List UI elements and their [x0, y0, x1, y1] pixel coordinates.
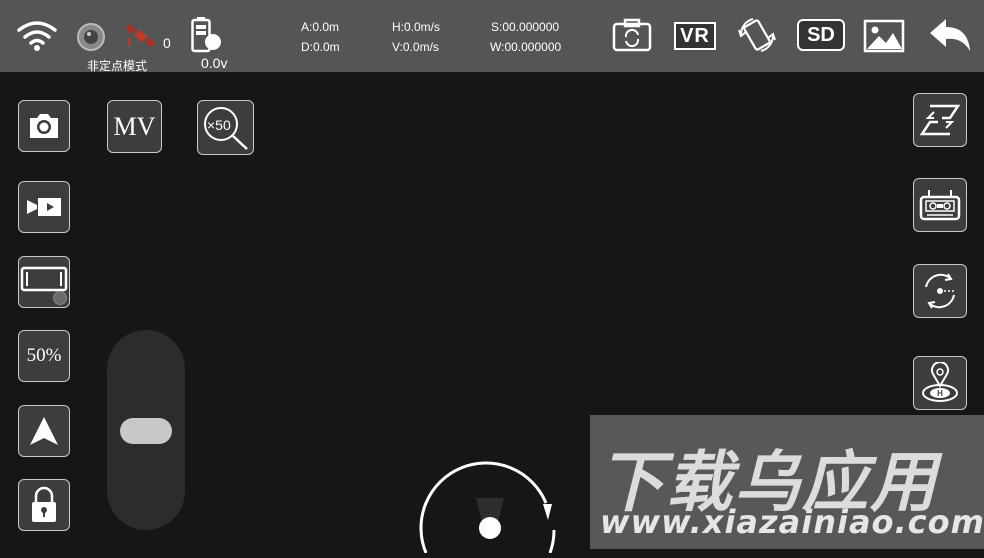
video-camera-icon — [27, 198, 61, 216]
orbit-icon — [925, 273, 955, 309]
mode-label: 非定点模式 — [87, 59, 148, 73]
rotate-screen-button[interactable] — [735, 14, 779, 61]
mv-label: MV — [113, 111, 156, 141]
sd-card-button[interactable]: SD — [797, 19, 845, 51]
orbit-mode-button[interactable] — [913, 264, 967, 318]
lock-icon — [32, 486, 56, 522]
vertical-speed-readout: V:0.0m/s — [392, 40, 439, 54]
gps-icon — [76, 22, 106, 57]
zoom-button[interactable]: ×50 — [197, 100, 254, 155]
throttle-slider-thumb[interactable] — [120, 418, 172, 444]
switch-camera-icon — [612, 18, 652, 52]
image-icon — [863, 19, 905, 53]
zoom-label: ×50 — [207, 117, 231, 133]
battery-icon — [191, 17, 223, 58]
vr-label: VR — [680, 24, 710, 47]
wifi-icon — [16, 20, 58, 57]
s-coordinate-readout: S:00.000000 — [491, 20, 560, 34]
take-photo-button[interactable] — [18, 100, 70, 152]
navigation-arrow-icon — [30, 417, 58, 445]
satellite-count: 0 — [163, 35, 171, 51]
fullscreen-preview-button[interactable] — [18, 256, 70, 308]
remote-controller-button[interactable] — [913, 178, 967, 232]
direction-button[interactable] — [18, 405, 70, 457]
watermark-url: www.xiazainiao.com — [600, 503, 984, 541]
w-coordinate-readout: W:00.000000 — [490, 40, 562, 54]
altitude-readout: A:0.0m — [301, 20, 340, 34]
music-video-button[interactable]: MV — [107, 100, 162, 153]
home-point-icon: H — [922, 362, 958, 402]
gallery-button[interactable] — [863, 19, 905, 58]
satellite-icon — [124, 22, 160, 55]
back-button[interactable] — [928, 17, 972, 60]
remote-controller-icon — [919, 190, 961, 221]
speed-label: 50% — [26, 345, 62, 366]
heading-dial — [418, 450, 563, 558]
flip-button[interactable] — [913, 93, 967, 147]
camera-icon — [30, 114, 58, 138]
return-home-button[interactable]: H — [913, 356, 967, 410]
switch-camera-button[interactable] — [612, 18, 652, 57]
distance-readout: D:0.0m — [301, 40, 340, 54]
lock-button[interactable] — [18, 479, 70, 531]
rotate-screen-icon — [738, 18, 776, 52]
flip-icon — [920, 104, 960, 136]
vr-button[interactable]: VR — [674, 22, 716, 50]
back-arrow-icon — [930, 19, 970, 51]
watermark-overlay: 下载乌应用 www.xiazainiao.com — [590, 415, 984, 549]
phone-landscape-icon — [20, 266, 68, 305]
speed-50-button[interactable]: 50% — [18, 330, 70, 382]
battery-voltage: 0.0v — [201, 55, 228, 71]
record-video-button[interactable] — [18, 181, 70, 233]
sd-label: SD — [807, 23, 835, 46]
svg-text:H: H — [937, 389, 943, 398]
horizontal-speed-readout: H:0.0m/s — [392, 20, 441, 34]
